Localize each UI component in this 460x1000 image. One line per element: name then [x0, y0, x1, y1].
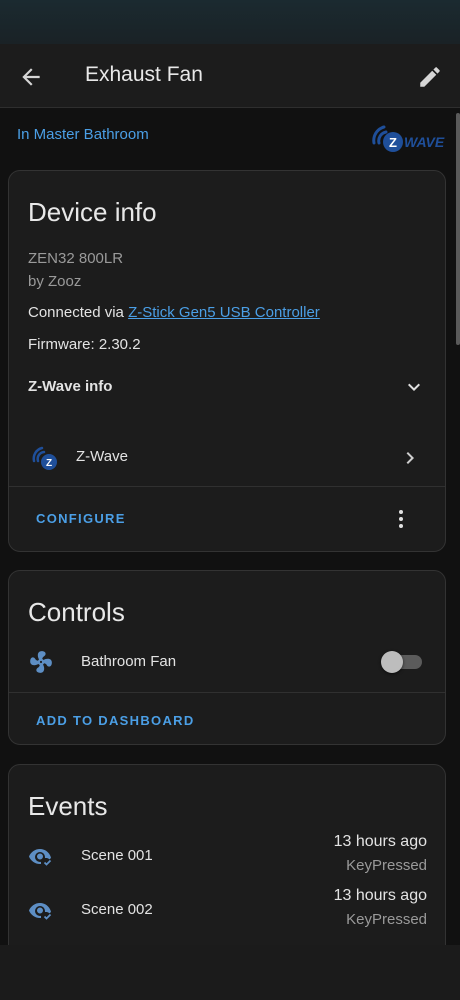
event-row[interactable]: Scene 002 13 hours ago KeyPressed — [9, 884, 445, 938]
scrollbar[interactable] — [456, 113, 460, 345]
eye-check-icon — [29, 903, 52, 920]
area-link[interactable]: In Master Bathroom — [17, 126, 149, 143]
events-title: Events — [28, 791, 108, 821]
app-bar: Exhaust Fan — [0, 44, 460, 108]
edit-pencil-icon[interactable] — [417, 64, 443, 90]
bathroom-fan-label[interactable]: Bathroom Fan — [81, 653, 176, 670]
fan-icon[interactable] — [28, 649, 54, 675]
events-card: Events Scene 001 13 hours ago KeyPressed… — [8, 764, 446, 945]
event-detail: KeyPressed — [346, 857, 427, 874]
controller-link[interactable]: Z-Stick Gen5 USB Controller — [128, 304, 320, 321]
zwave-integration-icon: Z — [32, 446, 57, 470]
device-page-content: In Master Bathroom Z WAVE Device info ZE… — [0, 109, 460, 945]
chevron-down-icon[interactable] — [402, 375, 426, 399]
event-detail: KeyPressed — [346, 911, 427, 928]
device-model: ZEN32 800LR — [28, 250, 124, 267]
controls-title: Controls — [28, 597, 125, 627]
status-bar — [0, 0, 460, 44]
device-manufacturer: by Zooz — [28, 273, 82, 290]
svg-text:Z: Z — [389, 135, 397, 150]
system-nav-bar — [0, 945, 460, 1000]
controls-card: Controls Bathroom Fan ADD TO DASHBOARD — [8, 570, 446, 745]
device-info-card: Device info ZEN32 800LR by Zooz Connecte… — [8, 170, 446, 552]
zwave-info-expander[interactable]: Z-Wave info — [28, 378, 428, 395]
add-to-dashboard-button[interactable]: ADD TO DASHBOARD — [36, 713, 195, 728]
event-name: Scene 001 — [81, 847, 153, 864]
event-time: 13 hours ago — [333, 833, 427, 850]
event-name: Scene 002 — [81, 901, 153, 918]
device-info-title: Device info — [28, 197, 157, 227]
zwave-info-label: Z-Wave info — [28, 378, 113, 395]
eye-check-icon — [29, 849, 52, 866]
connected-via-prefix: Connected via — [28, 304, 129, 321]
svg-text:WAVE: WAVE — [404, 134, 445, 150]
configure-button[interactable]: CONFIGURE — [36, 511, 126, 526]
zwave-logo-icon: Z WAVE — [372, 125, 445, 152]
connected-via: Connected via Z-Stick Gen5 USB Controlle… — [28, 304, 320, 321]
svg-text:Z: Z — [46, 458, 52, 469]
back-arrow-icon[interactable] — [18, 64, 44, 90]
page-title: Exhaust Fan — [85, 63, 203, 86]
fan-toggle-thumb[interactable] — [381, 651, 403, 673]
event-time: 13 hours ago — [333, 887, 427, 904]
integration-row[interactable]: Z Z-Wave — [9, 431, 445, 485]
chevron-right-icon — [406, 452, 414, 464]
card-divider — [9, 486, 445, 487]
card-divider — [9, 692, 445, 693]
more-vertical-icon[interactable] — [389, 507, 413, 531]
integration-label: Z-Wave — [76, 448, 128, 465]
event-row[interactable]: Scene 001 13 hours ago KeyPressed — [9, 830, 445, 884]
firmware-version: Firmware: 2.30.2 — [28, 336, 141, 353]
